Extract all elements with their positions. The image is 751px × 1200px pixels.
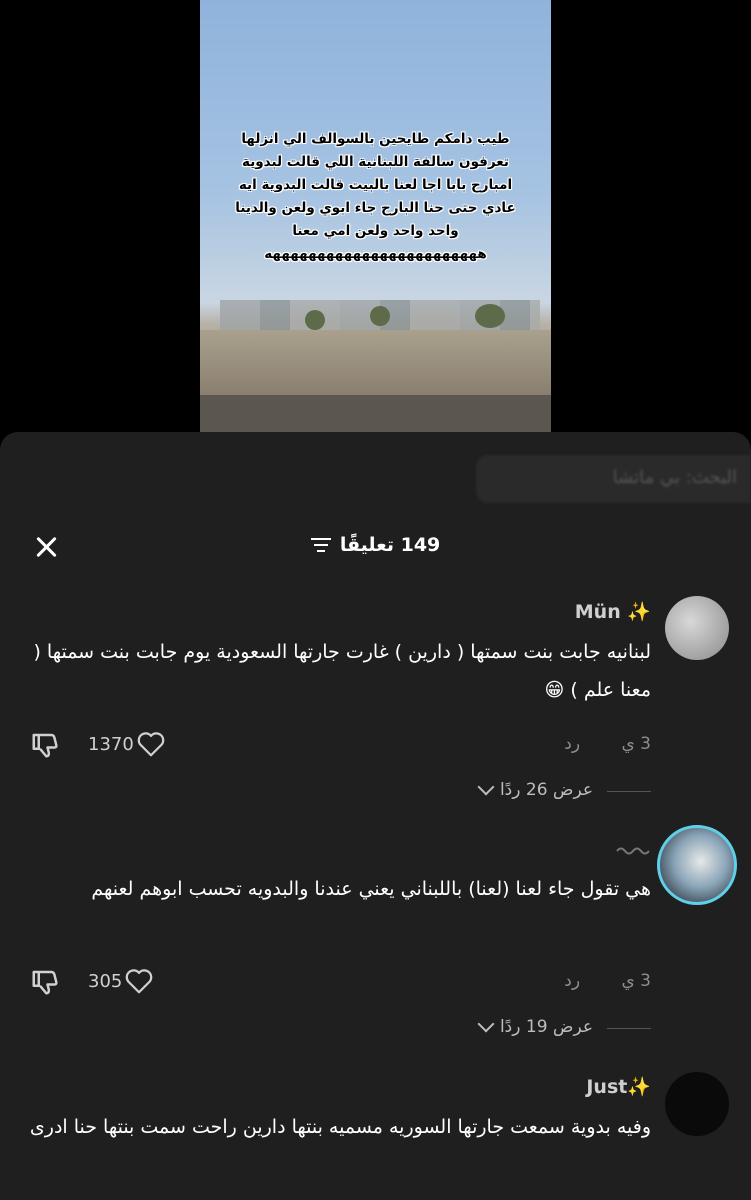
like-count: 305 [88,970,123,992]
like-button[interactable]: 1370 [88,730,166,758]
view-replies-label: عرض 19 ردًا [499,1017,593,1037]
comment-time: 3 ي [621,734,651,754]
squiggle-icon [616,847,650,855]
comment-username[interactable]: Mün ✨ [575,600,651,623]
dislike-icon[interactable] [30,730,60,760]
reply-button[interactable]: رد [564,971,580,991]
heart-icon [137,732,165,757]
comment-text: هي تقول جاء لعنا (لعنا) باللبناني يعني ع… [91,878,651,900]
comments-header: 149 تعليقًا [0,532,751,562]
like-count: 1370 [88,733,134,755]
comments-count-title: 149 تعليقًا [339,534,441,556]
heart-icon [126,969,153,994]
video-scene-road [200,395,551,432]
view-replies-button[interactable]: عرض 19 ردًا [477,1015,651,1037]
view-replies-button[interactable]: عرض 26 ردًا [477,778,651,800]
view-replies-label: عرض 26 ردًا [499,780,593,800]
chevron-down-icon [477,1015,495,1033]
video-scene-tree [370,306,390,326]
avatar[interactable] [665,1072,729,1136]
ghost-search-bar: البحث: بي ماتشا [476,455,751,503]
comment-text: لبنانيه جابت بنت سمتها ( دارين ) غارت جا… [33,641,651,701]
video-caption: طيب دامكم طايحين بالسوالف الي انزلها تعر… [235,131,516,262]
divider [607,791,651,792]
comment-username[interactable] [615,838,651,855]
filter-icon[interactable] [310,537,331,553]
divider [607,1028,651,1029]
comment-meta: 3 ي رد [564,734,651,754]
comment-username[interactable]: Just✨ [586,1075,651,1098]
dislike-icon[interactable] [30,967,60,997]
chevron-down-icon [477,778,495,796]
comment-time: 3 ي [621,971,651,991]
avatar[interactable] [657,825,737,905]
comment-meta: 3 ي رد [564,971,651,991]
video-player[interactable]: طيب دامكم طايحين بالسوالف الي انزلها تعر… [200,0,551,432]
video-scene-tree [475,304,505,328]
comment-text: وفيه بدوية سمعت جارتها السوريه مسميه بنت… [29,1116,651,1138]
video-scene-tree [305,310,325,330]
reply-button[interactable]: رد [564,734,580,754]
like-button[interactable]: 305 [88,967,154,995]
avatar[interactable] [665,596,729,660]
